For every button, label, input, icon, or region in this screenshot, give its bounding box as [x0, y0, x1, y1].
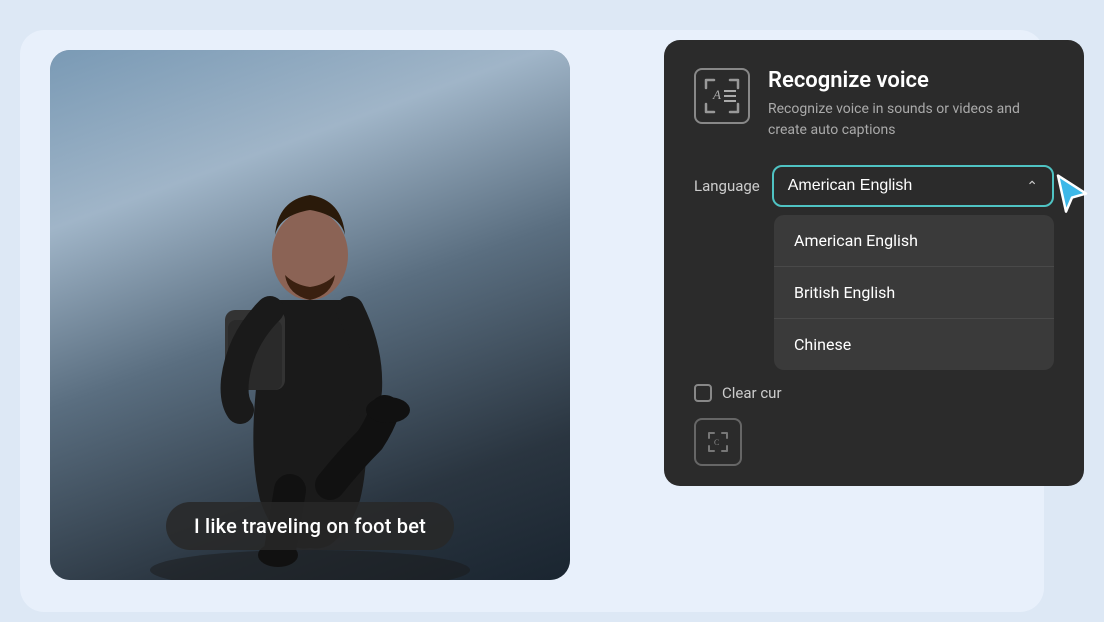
caption-overlay: I like traveling on foot bet	[166, 502, 454, 550]
language-label: Language	[694, 177, 760, 195]
panel-text: Recognize voice Recognize voice in sound…	[768, 68, 1054, 141]
language-dropdown: American English British English Chinese	[774, 215, 1054, 370]
photo-card: I like traveling on foot bet	[50, 50, 570, 580]
selected-language-text: American English	[788, 177, 913, 195]
dropdown-item-british-english[interactable]: British English	[774, 267, 1054, 319]
cursor-arrow	[1050, 172, 1094, 220]
panel-title: Recognize voice	[768, 68, 1054, 93]
bottom-icon: C	[694, 418, 742, 466]
svg-text:C: C	[714, 438, 719, 447]
recognize-voice-icon: A	[694, 68, 750, 124]
dropdown-item-chinese[interactable]: Chinese	[774, 319, 1054, 370]
clear-label: Clear cur	[722, 384, 782, 402]
panel-header: A Recognize voice Recognize voice in sou…	[694, 68, 1054, 141]
clear-row: Clear cur	[694, 384, 1054, 402]
chevron-up-icon: ⌃	[1026, 178, 1038, 195]
recognize-voice-panel: A Recognize voice Recognize voice in sou…	[664, 40, 1084, 486]
panel-description: Recognize voice in sounds or videos and …	[768, 99, 1054, 141]
language-select-button[interactable]: American English ⌃	[772, 165, 1054, 207]
language-row: Language American English ⌃	[694, 165, 1054, 207]
clear-checkbox[interactable]	[694, 384, 712, 402]
dropdown-item-american-english[interactable]: American English	[774, 215, 1054, 267]
svg-text:A: A	[712, 87, 721, 102]
caption-text: I like traveling on foot bet	[194, 514, 426, 538]
photo-background	[50, 50, 570, 580]
